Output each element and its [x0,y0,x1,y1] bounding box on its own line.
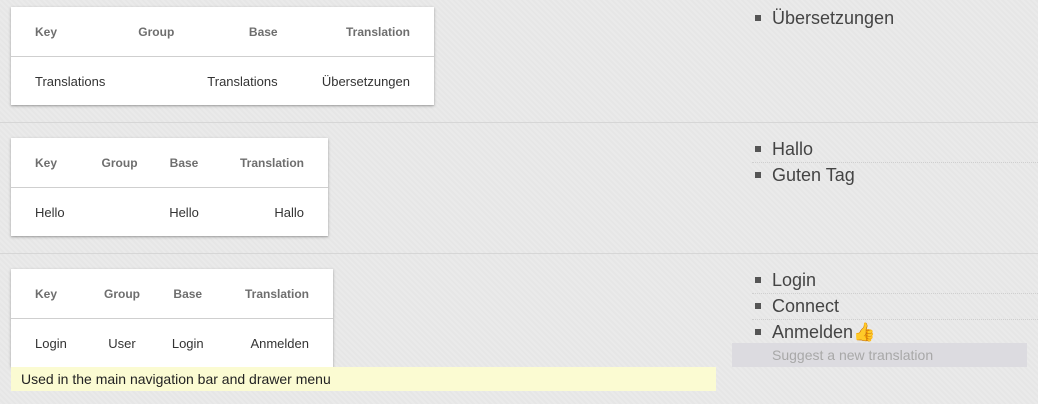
entry-hello: Key Group Base Translation Hello Hello H… [0,123,1038,254]
cell-group [85,188,153,237]
column-header-translation: Translation [219,269,333,319]
bullet-icon [755,15,761,21]
bullet-icon [755,172,761,178]
cell-translation: Hallo [274,204,304,220]
suggestion-item[interactable]: Hallo [752,137,1038,163]
table-row: Hello Hello Hallo [11,188,328,237]
column-header-group: Group [85,138,154,188]
suggestion-item[interactable]: Connect [752,294,1038,320]
table-header-row: Key Group Base Translation [11,138,328,188]
column-header-group: Group [87,269,157,319]
suggestion-item[interactable]: Login [752,268,1038,294]
suggestion-list: Hallo Guten Tag [752,137,1038,188]
cell-base: Translations [207,73,278,89]
translation-table: Key Group Base Translation Hello Hello H… [11,138,328,236]
translation-table-card: Key Group Base Translation Translations … [11,7,434,105]
suggestion-text: Guten Tag [772,165,855,185]
suggestion-text: Hallo [772,139,814,159]
bullet-icon [755,329,761,335]
suggestion-text: Anmelden👍 [772,322,876,342]
cell-group: User [108,335,136,351]
translation-table-card: Key Group Base Translation Hello Hello H… [11,138,328,236]
translation-table: Key Group Base Translation Login User Lo… [11,269,333,367]
column-header-base: Base [153,138,215,188]
table-row: Translations Translations Übersetzungen [11,57,434,106]
cell-key: Hello [35,204,65,220]
suggestion-list: Login Connect Anmelden👍 [752,268,1038,345]
suggestion-item[interactable]: Guten Tag [752,163,1038,188]
suggestion-text: Connect [772,296,840,316]
bullet-icon [755,303,761,309]
entry-login: Key Group Base Translation Login User Lo… [0,254,1038,404]
column-header-key: Key [11,138,86,188]
cell-key: Translations [35,73,106,89]
suggestion-text: Übersetzungen [772,8,895,28]
cell-group [124,57,188,106]
cell-base: Login [171,335,204,351]
column-header-key: Key [11,7,125,57]
cell-translation: Übersetzungen [321,73,410,89]
column-header-key: Key [11,269,88,319]
cell-base: Hello [169,204,199,220]
table-header-row: Key Group Base Translation [11,269,333,319]
suggestion-item[interactable]: Übersetzungen [752,6,1038,31]
suggestion-list: Übersetzungen [752,6,1038,31]
column-header-base: Base [156,269,220,319]
suggestion-text: Login [772,270,817,290]
table-header-row: Key Group Base Translation [11,7,434,57]
column-header-base: Base [188,7,302,57]
cell-translation: Anmelden [250,335,309,351]
cell-key: Login [35,335,67,351]
bullet-icon [755,146,761,152]
suggestion-item[interactable]: Anmelden👍 [752,320,1038,345]
bullet-icon [755,277,761,283]
suggest-translation-input[interactable]: Suggest a new translation [732,343,1027,367]
column-header-translation: Translation [301,7,434,57]
translation-note: Used in the main navigation bar and draw… [11,367,716,391]
entry-translations: Key Group Base Translation Translations … [0,0,1038,123]
column-header-group: Group [124,7,189,57]
table-row: Login User Login Anmelden [11,319,333,368]
translation-table: Key Group Base Translation Translations … [11,7,434,105]
translation-table-card: Key Group Base Translation Login User Lo… [11,269,333,367]
column-header-translation: Translation [214,138,328,188]
